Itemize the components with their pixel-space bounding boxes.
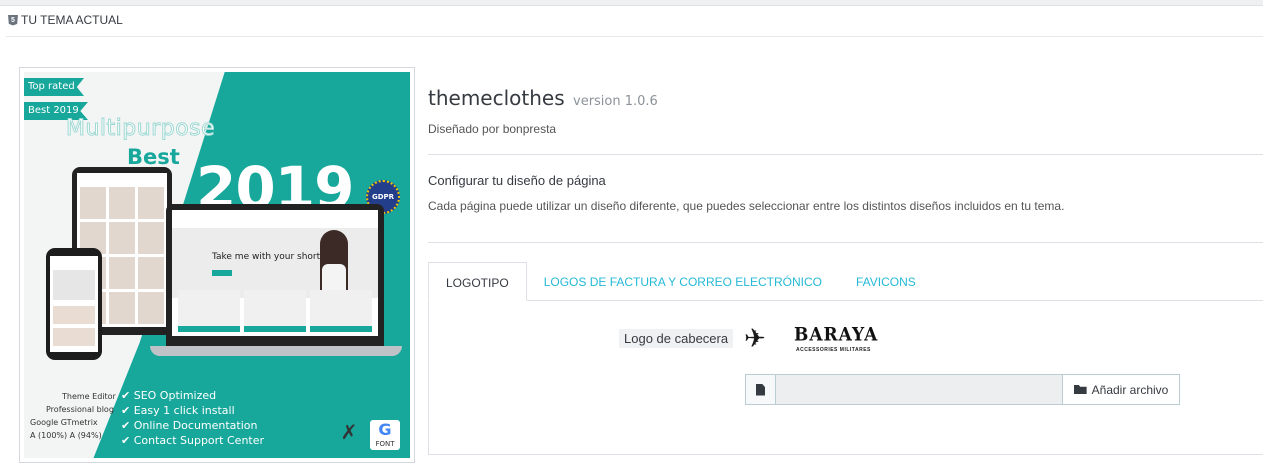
feature-item: Online Documentation [121, 418, 264, 433]
helicopter-icon: ✈ [744, 323, 766, 353]
section-title: TU TEMA ACTUAL [21, 13, 123, 27]
folder-open-icon [1073, 385, 1087, 394]
add-file-label: Añadir archivo [1091, 382, 1169, 397]
layout-config-description: Cada página puede utilizar un diseño dif… [428, 199, 1065, 213]
header-divider [6, 36, 1263, 37]
header-logo-label: Logo de cabecera [619, 329, 734, 348]
section-header: 5 TU TEMA ACTUAL [8, 13, 123, 27]
logo-brand-text: BARAYA [794, 324, 879, 346]
theme-version: version 1.0.6 [573, 94, 658, 109]
html5-icon: 5 [8, 14, 18, 26]
preview-features: SEO Optimized Easy 1 click install Onlin… [121, 388, 264, 448]
file-name-input[interactable] [776, 375, 1062, 404]
file-icon [746, 375, 776, 404]
google-font-badge: G FONT [370, 420, 400, 450]
side-item: A (100%) A (94%) [30, 431, 102, 440]
layout-config-title: Configurar tu diseño de página [428, 173, 606, 188]
tools-icon: ✗ [340, 420, 358, 444]
theme-title: themeclothes version 1.0.6 [428, 86, 658, 110]
theme-preview-frame: Top rated Best 2019 Multipurpose Best 20… [19, 67, 415, 463]
model-figure [320, 230, 348, 298]
top-border [0, 0, 1263, 6]
logo-brand-subtext: ACCESSORIES MILITARES [796, 347, 871, 353]
theme-author: Diseñado por bonpresta [428, 122, 557, 136]
preview-best: Best [127, 145, 180, 169]
logo-tabs: LOGOTIPO LOGOS DE FACTURA Y CORREO ELECT… [428, 262, 933, 301]
feature-item: SEO Optimized [121, 388, 264, 403]
feature-item: Easy 1 click install [121, 403, 264, 418]
phone-mockup [46, 248, 102, 360]
tab-invoice-email-logos[interactable]: LOGOS DE FACTURA Y CORREO ELECTRÓNICO [527, 262, 839, 301]
laptop-mockup: Take me with your short [166, 204, 384, 346]
divider [428, 242, 1263, 243]
side-item: Professional blog [46, 405, 114, 414]
side-item: Google GTmetrix [30, 418, 98, 427]
tab-favicons[interactable]: FAVICONS [839, 262, 933, 301]
ribbon-top-rated: Top rated [24, 78, 84, 96]
theme-preview-image: Top rated Best 2019 Multipurpose Best 20… [24, 72, 410, 458]
side-item: Theme Editor [62, 392, 116, 401]
laptop-hero-text: Take me with your short [212, 252, 321, 262]
preview-headline: Multipurpose [65, 116, 216, 142]
header-logo-image: ✈ BARAYA ACCESSORIES MILITARES [744, 321, 877, 357]
add-file-button[interactable]: Añadir archivo [1062, 375, 1179, 404]
theme-name: themeclothes [428, 86, 565, 110]
tab-logotipo[interactable]: LOGOTIPO [428, 262, 527, 301]
preview-side-list: Theme Editor Professional blog Google GT… [30, 390, 116, 442]
laptop-base [150, 346, 402, 356]
feature-item: Contact Support Center [121, 433, 264, 448]
file-upload-group: Añadir archivo [745, 374, 1180, 405]
divider [428, 154, 1263, 155]
